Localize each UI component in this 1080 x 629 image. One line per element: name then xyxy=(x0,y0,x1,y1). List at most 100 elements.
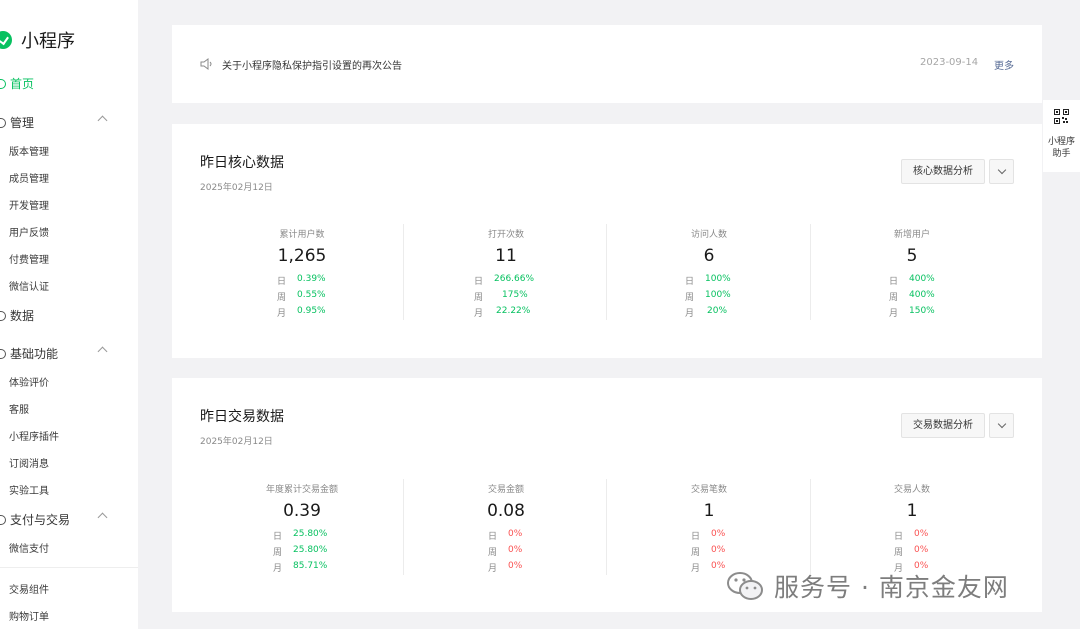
sidebar-item-plugins[interactable]: 小程序插件 xyxy=(9,428,59,443)
metric-label: 打开次数 xyxy=(487,230,524,240)
change-period: 月 xyxy=(889,309,899,319)
sidebar-item-verification[interactable]: 微信认证 xyxy=(9,278,49,293)
metric-divider xyxy=(403,224,404,320)
sidebar-group-pay[interactable]: 支付与交易 xyxy=(0,511,120,528)
notice-more-link[interactable]: 更多 xyxy=(994,57,1014,72)
sidebar-item-trade-component[interactable]: 交易组件 xyxy=(9,581,49,596)
metric-value: 1,265 xyxy=(277,246,327,266)
change-period: 周 xyxy=(488,548,498,558)
change-value: 0% xyxy=(711,529,726,539)
wechat-logo-icon xyxy=(727,572,763,600)
change-value: 0.39% xyxy=(297,274,326,284)
notice-date: 2023-09-14 xyxy=(920,57,979,68)
change-value: 0% xyxy=(508,529,523,539)
sidebar-group-basic[interactable]: 基础功能 xyxy=(0,345,120,362)
change-value: 0% xyxy=(914,529,929,539)
sidebar-item-members[interactable]: 成员管理 xyxy=(9,170,49,185)
sidebar-item-wechatpay[interactable]: 微信支付 xyxy=(9,540,49,555)
change-period: 月 xyxy=(488,564,498,574)
change-value: 0% xyxy=(508,545,523,555)
sidebar-group-label: 支付与交易 xyxy=(10,513,71,527)
miniprogram-logo-icon xyxy=(0,31,12,49)
change-value: 266.66% xyxy=(494,274,535,284)
metric-value: 6 xyxy=(703,246,715,266)
metric-annual-trade-amount: 年度累计交易金额 0.39 日 25.80% 周 25.80% 月 85.71% xyxy=(202,482,402,578)
metric-total-users: 累计用户数 1,265 日 0.39% 周 0.55% 月 0.95% xyxy=(202,227,402,323)
miniprogram-assistant[interactable]: 小程序 助手 xyxy=(1043,100,1080,172)
sidebar-item-version[interactable]: 版本管理 xyxy=(9,143,49,158)
sidebar-item-dev[interactable]: 开发管理 xyxy=(9,197,49,212)
chevron-up-icon xyxy=(97,115,108,126)
change-value: 400% xyxy=(909,274,935,284)
core-data-panel: 昨日核心数据 2025年02月12日 核心数据分析 累计用户数 1,265 日0… xyxy=(172,124,1042,358)
change-period: 周 xyxy=(273,548,283,558)
sidebar-group-label: 基础功能 xyxy=(10,347,59,361)
change-value: 0% xyxy=(508,561,523,571)
sidebar-item-label: 数据 xyxy=(10,309,35,323)
change-period: 日 xyxy=(474,277,484,287)
change-period: 月 xyxy=(691,564,701,574)
metric-value: 1 xyxy=(906,501,918,521)
metric-divider xyxy=(606,479,607,575)
change-period: 周 xyxy=(277,293,287,303)
metric-new-users: 新增用户 5 日 400% 周 400% 月 150% xyxy=(812,227,1012,323)
change-value: 100% xyxy=(705,290,731,300)
change-period: 月 xyxy=(474,309,484,319)
change-value: 85.71% xyxy=(293,561,328,571)
change-value: 0% xyxy=(711,545,726,555)
change-period: 周 xyxy=(474,293,484,303)
sidebar-item-service[interactable]: 客服 xyxy=(9,401,29,416)
manage-icon xyxy=(0,117,6,128)
sidebar-item-subscribe[interactable]: 订阅消息 xyxy=(9,455,49,470)
sidebar-item-lab[interactable]: 实验工具 xyxy=(9,482,49,497)
sidebar-item-feedback[interactable]: 用户反馈 xyxy=(9,224,49,239)
metric-value: 0.39 xyxy=(283,501,321,521)
metric-divider xyxy=(810,479,811,575)
metric-trade-users: 交易人数 1 日 0% 周 0% 月 0% xyxy=(812,482,1012,578)
change-value: 20% xyxy=(707,306,728,316)
sidebar-divider xyxy=(0,567,138,568)
metric-label: 年度累计交易金额 xyxy=(265,485,338,495)
sidebar-group-manage[interactable]: 管理 xyxy=(0,114,120,131)
change-period: 日 xyxy=(889,277,899,287)
metric-label: 累计用户数 xyxy=(279,230,325,240)
metric-trade-amount: 交易金额 0.08 日 0% 周 0% 月 0% xyxy=(406,482,606,578)
metric-divider xyxy=(606,224,607,320)
change-value: 0% xyxy=(914,545,929,555)
change-value: 25.80% xyxy=(293,545,328,555)
metric-label: 交易金额 xyxy=(487,485,524,495)
sidebar-group-label: 管理 xyxy=(10,116,35,130)
app-logo[interactable]: 小程序 xyxy=(0,27,75,53)
watermark: 服务号 · 南京金友网 xyxy=(726,568,1009,604)
change-period: 日 xyxy=(273,532,283,542)
sidebar-item-data[interactable]: 数据 xyxy=(0,307,120,324)
change-period: 日 xyxy=(691,532,701,542)
metric-divider xyxy=(810,224,811,320)
change-value: 0% xyxy=(711,561,726,571)
sidebar: 小程序 首页 管理 版本管理 成员管理 开发管理 用户反馈 付费管理 微信认证 … xyxy=(0,0,138,629)
core-analysis-button[interactable]: 核心数据分析 xyxy=(901,159,985,184)
data-icon xyxy=(0,310,6,321)
change-period: 月 xyxy=(685,309,695,319)
change-value: 25.80% xyxy=(293,529,328,539)
change-value: 22.22% xyxy=(496,306,531,316)
trade-data-title: 昨日交易数据 xyxy=(200,409,284,425)
change-period: 周 xyxy=(889,293,899,303)
core-dropdown-button[interactable] xyxy=(989,159,1014,184)
metric-label: 交易笔数 xyxy=(690,485,727,495)
sidebar-item-orders[interactable]: 购物订单 xyxy=(9,608,49,623)
trade-dropdown-button[interactable] xyxy=(989,413,1014,438)
sidebar-item-payment-mgmt[interactable]: 付费管理 xyxy=(9,251,49,266)
sidebar-item-rating[interactable]: 体验评价 xyxy=(9,374,49,389)
trade-analysis-button[interactable]: 交易数据分析 xyxy=(901,413,985,438)
change-value: 0.55% xyxy=(297,290,326,300)
metric-label: 新增用户 xyxy=(893,230,930,240)
notice-text[interactable]: 关于小程序隐私保护指引设置的再次公告 xyxy=(222,57,402,72)
core-data-date: 2025年02月12日 xyxy=(200,183,273,193)
metric-trade-count: 交易笔数 1 日 0% 周 0% 月 0% xyxy=(609,482,809,578)
change-value: 0.95% xyxy=(297,306,326,316)
change-value: 175% xyxy=(502,290,528,300)
change-value: 150% xyxy=(909,306,935,316)
speaker-icon xyxy=(200,58,212,70)
sidebar-item-home[interactable]: 首页 xyxy=(0,75,120,92)
